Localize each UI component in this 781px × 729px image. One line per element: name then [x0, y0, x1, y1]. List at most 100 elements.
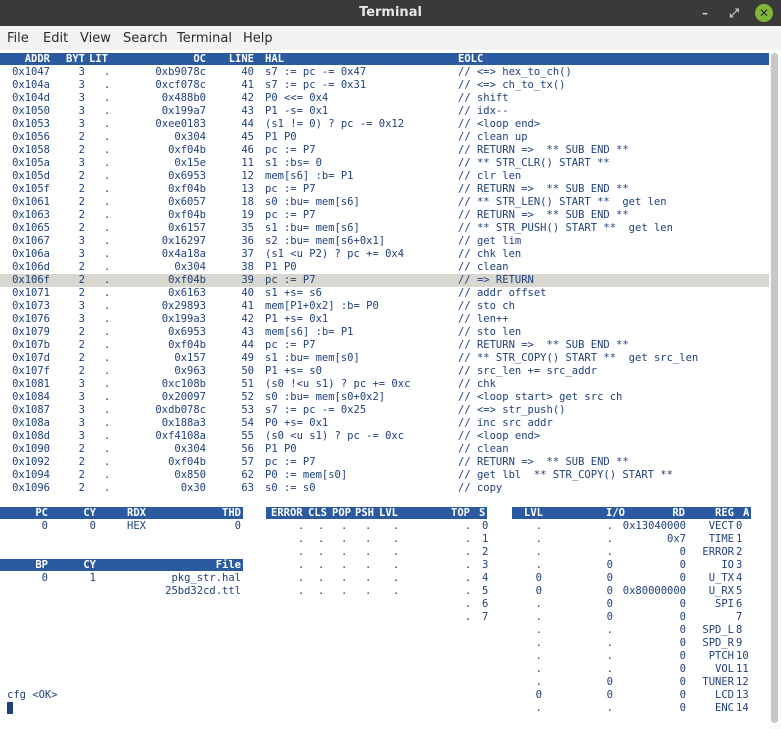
code-row[interactable]: 0x105d 2. 0x6953 12 mem[s6] :b= P1 // clr len [0, 170, 769, 183]
code-row[interactable]: 0x106a 3. 0x4a18a 37 (s1 <u P2) ? pc += 0x4 /… [0, 248, 769, 261]
cell-oc: 0x963 [174, 365, 206, 377]
menu-search[interactable]: Search [123, 31, 168, 46]
cell-byt: 3 [78, 417, 85, 429]
cell-oc: 0x6953 [168, 170, 206, 182]
code-row[interactable]: 0x104d 3. 0x488b0 42 P0 <<= 0x4 // shift [0, 92, 769, 105]
cell-addr: 0x1081 [12, 378, 50, 390]
code-row[interactable]: 0x1090 2. 0x304 56 P1 P0 // clean [0, 443, 769, 456]
stack-cell-top: . [465, 520, 472, 532]
stack-cell-top: . [465, 559, 472, 571]
cell-eolc: // inc src addr [458, 417, 553, 429]
col-rd: RD [672, 507, 685, 519]
cell-hal: (s0 <u s1) ? pc -= 0xc [265, 430, 405, 442]
cell-oc: 0x488b0 [161, 92, 206, 104]
code-row[interactable]: 0x1065 2. 0x6157 35 s1 :bu= mem[s6] // ** STR… [0, 222, 769, 235]
reg-cell-rd: 0 [679, 624, 686, 636]
menu-edit[interactable]: Edit [43, 31, 68, 46]
cell-hal: s1 :bs= 0 [265, 157, 322, 169]
menu-terminal[interactable]: Terminal [177, 31, 232, 46]
cell-eolc: // shift [458, 92, 509, 104]
col-cls: CLS [308, 507, 327, 519]
code-row[interactable]: 0x1053 3. 0xee0183 44 (s1 != 0) ? pc -= 0x12… [0, 118, 769, 131]
code-row[interactable]: 0x1087 3. 0xdb078c 53 s7 := pc -= 0x25 // <=>… [0, 404, 769, 417]
cell-hal: P1 +s= s0 [265, 365, 322, 377]
cell-byt: 2 [78, 144, 85, 156]
cell-hal: pc := P7 [265, 339, 316, 351]
stack-cell-lvl: . [393, 520, 400, 532]
code-row[interactable]: 0x107d 2. 0x157 49 s1 :bu= mem[s0] // ** STR_… [0, 352, 769, 365]
cell-addr: 0x104a [12, 79, 50, 91]
stack-cell-psh: . [365, 520, 372, 532]
col-byt: BYT [66, 53, 85, 65]
cell-lit: . [104, 417, 111, 429]
cell-eolc: // chk len [458, 248, 522, 260]
code-row[interactable]: 0x1081 3. 0xc108b 51 (s0 !<u s1) ? pc += 0xc… [0, 378, 769, 391]
reg-cell-reg: U_RX [708, 585, 734, 597]
scrollbar-thumb[interactable] [771, 53, 778, 723]
code-row[interactable]: 0x1079 2. 0x6953 43 mem[s6] :b= P1 // sto len [0, 326, 769, 339]
code-row[interactable]: 0x108a 3. 0x188a3 54 P0 +s= 0x1 // inc src ad… [0, 417, 769, 430]
code-row[interactable]: 0x1058 2. 0xf04b 46 pc := P7 // RETURN => ** … [0, 144, 769, 157]
code-row[interactable]: 0x1094 2. 0x850 62 P0 := mem[s0] // get lbl *… [0, 469, 769, 482]
menu-bar: File Edit View Search Terminal Help [0, 26, 781, 50]
close-icon[interactable]: ✕ [755, 4, 773, 22]
code-row[interactable]: 0x105a 3. 0x15e 11 s1 :bs= 0 // ** STR_CLR() … [0, 157, 769, 170]
reg-cell-reg: U_TX [708, 572, 734, 584]
code-row[interactable]: 0x1061 2. 0x6057 18 s0 :bu= mem[s6] // ** STR… [0, 196, 769, 209]
code-table-header: ADDR BYT LIT OC LINE HAL EOLC [0, 53, 769, 65]
code-row[interactable]: 0x1084 3. 0x20097 52 s0 :bu= mem[s0+0x2] // <… [0, 391, 769, 404]
cell-lit: . [104, 443, 111, 455]
cell-oc: 0xf04b [168, 274, 206, 286]
cell-oc: 0x4a18a [161, 248, 206, 260]
code-row[interactable]: 0x106f 2. 0xf04b 39 pc := P7 // => RETURN [0, 274, 769, 287]
code-row[interactable]: 0x1073 3. 0x29893 41 mem[P1+0x2] :b= P0 // st… [0, 300, 769, 313]
code-row[interactable]: 0x1071 2. 0x6163 40 s1 +s= s6 // addr offset [0, 287, 769, 300]
code-row[interactable]: 0x107f 2. 0x963 50 P1 +s= s0 // src_len += sr… [0, 365, 769, 378]
code-row[interactable]: 0x104a 3. 0xcf078c 41 s7 := pc -= 0x31 // <=>… [0, 79, 769, 92]
cell-addr: 0x106a [12, 248, 50, 260]
cell-addr: 0x108a [12, 417, 50, 429]
restore-icon[interactable]: ⤢ [725, 4, 743, 22]
cell-eolc: // RETURN => ** SUB END ** [458, 183, 629, 195]
code-row[interactable]: 0x1092 2. 0xf04b 57 pc := P7 // RETURN => ** … [0, 456, 769, 469]
cell-byt: 3 [78, 430, 85, 442]
menu-view[interactable]: View [80, 31, 111, 46]
cell-eolc: // RETURN => ** SUB END ** [458, 209, 629, 221]
cell-line: 51 [241, 378, 254, 390]
col-top: TOP [451, 507, 470, 519]
cell-hal: P0 +s= 0x1 [265, 417, 329, 429]
code-row[interactable]: 0x1076 3. 0x199a3 42 P1 +s= 0x1 // len++ [0, 313, 769, 326]
cell-line: 43 [241, 105, 254, 117]
cell-hal: s7 := pc -= 0x47 [265, 66, 367, 78]
code-row[interactable]: 0x107b 2. 0xf04b 44 pc := P7 // RETURN => ** … [0, 339, 769, 352]
code-row[interactable]: 0x1050 3. 0x199a7 43 P1 -s= 0x1 // idx-- [0, 105, 769, 118]
cell-lit: . [104, 456, 111, 468]
cell-byt: 3 [78, 391, 85, 403]
file-name: 25bd32cd.ttl [165, 585, 241, 597]
reg-cell-a: 5 [736, 585, 743, 597]
cell-lit: . [104, 196, 111, 208]
cell-lit: . [104, 391, 111, 403]
reg-cell-reg: TIME [708, 533, 734, 545]
code-row[interactable]: 0x1067 3. 0x16297 36 s2 :bu= mem[s6+0x1] // g… [0, 235, 769, 248]
col-reg: REG [715, 507, 734, 519]
code-row[interactable]: 0x1056 2. 0x304 45 P1 P0 // clean up [0, 131, 769, 144]
col-bp: BP [35, 559, 48, 571]
cell-eolc: // clean up [458, 131, 528, 143]
reg-cell-rd: 0 [679, 663, 686, 675]
code-row[interactable]: 0x106d 2. 0x304 38 P1 P0 // clean [0, 261, 769, 274]
cell-byt: 3 [78, 92, 85, 104]
minimize-icon[interactable]: – [696, 4, 714, 22]
cell-line: 38 [241, 261, 254, 273]
code-row[interactable]: 0x1096 2. 0x30 63 s0 := s0 // copy [0, 482, 769, 495]
stack-cell-pop: . [341, 546, 348, 558]
cell-oc: 0x199a7 [161, 105, 206, 117]
code-row[interactable]: 0x1063 2. 0xf04b 19 pc := P7 // RETURN => ** … [0, 209, 769, 222]
cell-hal: s2 :bu= mem[s6+0x1] [265, 235, 386, 247]
code-row[interactable]: 0x105f 2. 0xf04b 13 pc := P7 // RETURN => ** … [0, 183, 769, 196]
code-row[interactable]: 0x108d 3. 0xf4108a 55 (s0 <u s1) ? pc -= 0xc… [0, 430, 769, 443]
menu-file[interactable]: File [7, 31, 29, 46]
menu-help[interactable]: Help [243, 31, 273, 46]
code-row[interactable]: 0x1047 3. 0xb9078c 40 s7 := pc -= 0x47 // <=>… [0, 66, 769, 79]
cell-byt: 3 [78, 118, 85, 130]
